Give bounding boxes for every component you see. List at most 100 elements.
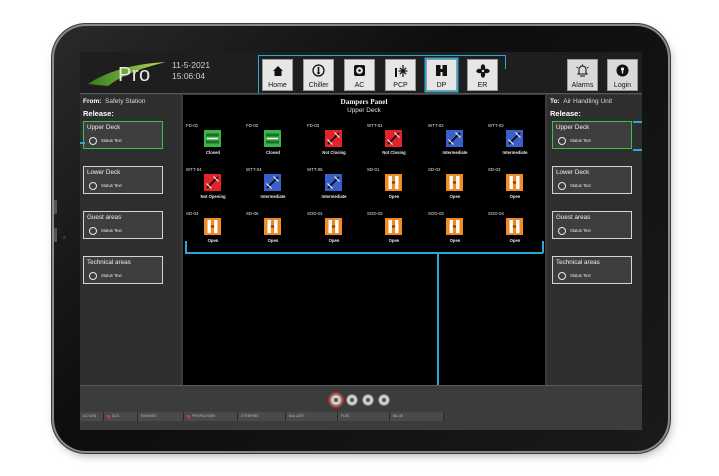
area-status-text: Status Text — [101, 138, 122, 143]
damper-status: Not Closing — [382, 150, 406, 155]
system-tab[interactable]: AC DAS — [80, 412, 104, 421]
camera-dot — [63, 236, 66, 239]
status-radio[interactable] — [558, 182, 566, 190]
alarms-button[interactable]: Alarms — [567, 59, 598, 91]
system-tab-label: AC DAS — [83, 414, 97, 418]
area-upper-deck[interactable]: Upper Deck Status Text — [552, 121, 632, 149]
system-tab[interactable]: BALLAST — [286, 412, 338, 421]
damper-tile[interactable]: WTT-05 Intermediate — [307, 167, 367, 207]
damper-tile[interactable]: FD-03 Not Closing — [307, 123, 367, 163]
system-tab[interactable]: BILGE — [390, 412, 444, 421]
page-dot[interactable] — [362, 394, 374, 406]
area-lower-deck[interactable]: Lower Deck Status Text — [552, 166, 632, 194]
system-tab-label: BILGE — [393, 414, 404, 418]
nav-chiller-button[interactable]: Chiller — [303, 59, 334, 91]
damper-tile[interactable]: WTT-04 Not Opening — [186, 167, 246, 207]
area-status-text: Status Text — [570, 138, 591, 143]
damper-tile[interactable]: SOD-03 Open — [428, 211, 488, 251]
damper-open-icon — [385, 218, 402, 235]
top-bar: Pro 11-5-2021 15:06:04 Home Chiller AC P… — [80, 52, 642, 94]
area-guest-areas[interactable]: Guest areas Status Text — [552, 211, 632, 239]
nav-home-button[interactable]: Home — [262, 59, 293, 91]
area-status-text: Status Text — [101, 228, 122, 233]
area-technical-areas[interactable]: Technical areas Status Text — [552, 256, 632, 284]
date-time: 11-5-2021 15:06:04 — [172, 60, 210, 82]
status-radio[interactable] — [558, 227, 566, 235]
system-tab[interactable]: DCS — [104, 412, 138, 421]
home-icon — [263, 62, 292, 79]
status-radio[interactable] — [89, 137, 97, 145]
login-button[interactable]: Login — [607, 59, 638, 91]
damper-status: Not Opening — [200, 194, 226, 199]
nav-ac-button[interactable]: AC — [344, 59, 375, 91]
system-tab[interactable]: FUEL — [338, 412, 390, 421]
damper-status: Not Closing — [322, 150, 346, 155]
area-technical-areas[interactable]: Technical areas Status Text — [83, 256, 163, 284]
status-radio[interactable] — [89, 227, 97, 235]
dampers-panel: Dampers Panel Upper Deck FD-01 Closed FD-0… — [183, 95, 545, 385]
damper-id: SD-02 — [428, 167, 441, 172]
damper-tile[interactable]: SOD-04 Open — [488, 211, 548, 251]
damper-closed-icon — [204, 130, 221, 147]
system-tab-label: FUEL — [341, 414, 350, 418]
damper-intermediate-icon — [325, 174, 342, 191]
area-title: Technical areas — [556, 259, 600, 266]
damper-tile[interactable]: SD-01 Open — [367, 167, 427, 207]
status-radio[interactable] — [558, 137, 566, 145]
damper-tile[interactable]: SD-03 Open — [488, 167, 548, 207]
nav-dp-button[interactable]: DP — [426, 59, 457, 91]
system-tab-label: ENGINES — [141, 414, 157, 418]
system-tab[interactable]: STEERING — [238, 412, 286, 421]
damper-tile[interactable]: WTT-03 Intermediate — [488, 123, 548, 163]
page-dot[interactable] — [378, 394, 390, 406]
status-radio[interactable] — [89, 182, 97, 190]
damper-tile[interactable]: FD-02 Closed — [246, 123, 306, 163]
area-guest-areas[interactable]: Guest areas Status Text — [83, 211, 163, 239]
damper-status: Closed — [206, 150, 220, 155]
damper-tile[interactable]: WTT-02 Intermediate — [428, 123, 488, 163]
nav-chiller-label: Chiller — [308, 82, 329, 89]
damper-status: Intermediate — [502, 150, 528, 155]
panel-title: Dampers Panel — [340, 98, 388, 106]
nav-pcp-button[interactable]: PCP — [385, 59, 416, 91]
damper-tile[interactable]: WTT-01 Not Closing — [367, 123, 427, 163]
screen: Pro 11-5-2021 15:06:04 Home Chiller AC P… — [80, 52, 642, 430]
damper-id: FD-03 — [307, 123, 320, 128]
damper-fault-icon — [204, 174, 221, 191]
nav-dp-label: DP — [436, 82, 447, 89]
to-label: To: — [550, 98, 560, 105]
damper-id: SOD-01 — [307, 211, 323, 216]
damper-tile[interactable]: SD-04 Open — [186, 211, 246, 251]
right-panel: To: Air Handling Unit Release: Upper Dec… — [547, 95, 642, 385]
damper-open-icon — [446, 218, 463, 235]
area-title: Technical areas — [87, 259, 131, 266]
damper-tile[interactable]: WTT-04 Intermediate — [246, 167, 306, 207]
damper-id: SD-06 — [246, 211, 259, 216]
area-upper-deck[interactable]: Upper Deck Status Text — [83, 121, 163, 149]
release-label: Release: — [83, 109, 114, 118]
damper-id: SD-04 — [186, 211, 199, 216]
panel-subtitle: Upper Deck — [347, 107, 381, 114]
damper-tile[interactable]: FD-01 Closed — [186, 123, 246, 163]
snowflake-icon — [386, 62, 415, 79]
area-title: Lower Deck — [87, 169, 121, 176]
area-title: Guest areas — [87, 214, 122, 221]
link-line — [633, 121, 642, 123]
damper-open-icon — [506, 218, 523, 235]
damper-id: SOD-04 — [488, 211, 504, 216]
grid-bracket-bottom — [185, 252, 543, 254]
damper-tile[interactable]: SD-06 Open — [246, 211, 306, 251]
system-tab[interactable]: ENGINES — [138, 412, 184, 421]
damper-fault-icon — [325, 130, 342, 147]
status-radio[interactable] — [558, 272, 566, 280]
system-tab[interactable]: PROPULSION — [184, 412, 238, 421]
page-dot[interactable] — [346, 394, 358, 406]
page-dot[interactable] — [330, 394, 342, 406]
nav-er-button[interactable]: ER — [467, 59, 498, 91]
damper-tile[interactable]: SOD-01 Open — [307, 211, 367, 251]
area-status-text: Status Text — [570, 183, 591, 188]
status-radio[interactable] — [89, 272, 97, 280]
damper-tile[interactable]: SOD-02 Open — [367, 211, 427, 251]
area-lower-deck[interactable]: Lower Deck Status Text — [83, 166, 163, 194]
damper-tile[interactable]: SD-02 Open — [428, 167, 488, 207]
